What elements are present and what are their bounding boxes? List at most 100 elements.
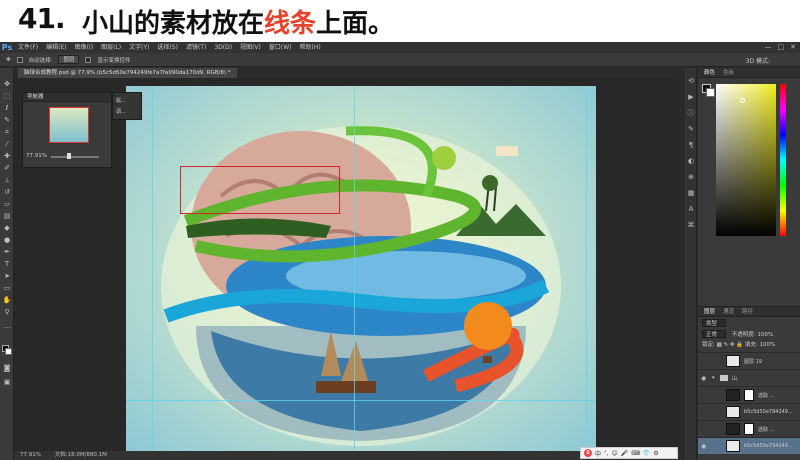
hue-slider[interactable] bbox=[780, 84, 786, 236]
screen-mode-icon[interactable]: ▣ bbox=[2, 378, 12, 387]
layer-row[interactable]: 图层 19 bbox=[698, 352, 800, 369]
ime-item[interactable]: 👕 bbox=[643, 450, 650, 457]
status-doc-size[interactable]: 文档:18.0M/880.1M bbox=[55, 452, 107, 458]
menu-edit[interactable]: 编辑(E) bbox=[42, 42, 70, 53]
healing-tool-icon[interactable]: ✚ bbox=[2, 152, 12, 161]
background-color-swatch[interactable] bbox=[5, 348, 12, 355]
layer-mask-thumbnail[interactable] bbox=[744, 423, 754, 435]
artboard[interactable] bbox=[126, 86, 596, 451]
status-zoom[interactable]: 77.91% bbox=[20, 452, 41, 458]
navigator-zoom-value[interactable]: 77.91% bbox=[26, 153, 47, 159]
tab-swatches[interactable]: 色板 bbox=[723, 68, 734, 77]
gradient-tool-icon[interactable]: ▤ bbox=[2, 212, 12, 221]
auto-select-checkbox[interactable] bbox=[16, 56, 23, 63]
ime-toolbar[interactable]: S 中 ᐟ, ☺ 🎤 ⌨ 👕 ⚙ bbox=[580, 447, 678, 459]
navigator-thumbnail[interactable] bbox=[49, 107, 89, 143]
ime-item[interactable]: ᐟ, bbox=[604, 450, 608, 457]
auto-select-dropdown[interactable]: 图层 bbox=[58, 55, 80, 64]
brush-tool-icon[interactable]: ✐ bbox=[2, 164, 12, 173]
layer-row[interactable]: 选取 ... bbox=[698, 420, 800, 437]
stamp-tool-icon[interactable]: ⊥ bbox=[2, 176, 12, 185]
tab-layers[interactable]: 图层 bbox=[704, 307, 715, 316]
navigator-zoom-slider[interactable] bbox=[51, 156, 99, 158]
layer-row-selected[interactable]: ◉ b5c5d50e794249... bbox=[698, 437, 800, 454]
chevron-down-icon[interactable]: ▾ bbox=[712, 375, 715, 381]
green-balloon bbox=[432, 146, 456, 170]
menu-layer[interactable]: 图层(L) bbox=[97, 42, 125, 53]
menu-3d[interactable]: 3D(D) bbox=[210, 42, 236, 53]
history-icon[interactable]: ⟲ bbox=[686, 76, 696, 86]
move-tool-icon[interactable]: ✥ bbox=[2, 80, 12, 89]
layer-row[interactable]: ◉ ▾ 山 bbox=[698, 369, 800, 386]
zoom-tool-icon[interactable]: ⚲ bbox=[2, 308, 12, 317]
navigator-zoom-knob[interactable] bbox=[67, 153, 71, 159]
hand-tool-icon[interactable]: ✋ bbox=[2, 296, 12, 305]
path-select-tool-icon[interactable]: ➤ bbox=[2, 272, 12, 281]
menu-help[interactable]: 帮助(H) bbox=[296, 42, 325, 53]
pen-tool-icon[interactable]: ✒ bbox=[2, 248, 12, 257]
tab-channels[interactable]: 通道 bbox=[723, 307, 734, 316]
crop-tool-icon[interactable]: ⌗ bbox=[2, 128, 12, 137]
clone-source-icon[interactable]: ⊕ bbox=[686, 172, 696, 182]
eyedropper-tool-icon[interactable]: ⁄ bbox=[2, 140, 12, 149]
adjustments-panel-button[interactable]: 调... bbox=[116, 108, 140, 116]
info-icon[interactable]: ⓘ bbox=[686, 108, 696, 118]
blur-tool-icon[interactable]: ◆ bbox=[2, 224, 12, 233]
menu-filter[interactable]: 滤镜(T) bbox=[182, 42, 210, 53]
ime-item[interactable]: ⌨ bbox=[631, 450, 640, 457]
eye-icon[interactable]: ◉ bbox=[701, 443, 706, 450]
type-tool-icon[interactable]: T bbox=[2, 260, 12, 269]
fill-value[interactable]: 100% bbox=[759, 342, 775, 348]
ime-item[interactable]: 中 bbox=[595, 449, 601, 458]
menu-window[interactable]: 窗口(W) bbox=[265, 42, 296, 53]
styles-icon[interactable]: ◐ bbox=[686, 156, 696, 166]
menu-type[interactable]: 文字(Y) bbox=[125, 42, 153, 53]
marquee-tool-icon[interactable]: ⬚ bbox=[2, 92, 12, 101]
document-tab[interactable]: 脑球合成教程.psd @ 77.9% (b5c5d50e794249fe7a7f… bbox=[18, 68, 237, 78]
canvas-workspace[interactable] bbox=[14, 78, 679, 451]
character-icon[interactable]: A bbox=[686, 204, 696, 214]
show-transform-checkbox[interactable] bbox=[85, 56, 92, 63]
quick-mask-icon[interactable]: ◙ bbox=[2, 364, 12, 373]
color-picker-cursor[interactable] bbox=[740, 98, 745, 103]
brush-settings-icon[interactable]: ✎ bbox=[686, 124, 696, 134]
ime-item[interactable]: ⚙ bbox=[653, 450, 658, 457]
more-tools-icon[interactable]: … bbox=[2, 322, 12, 331]
menu-file[interactable]: 文件(F) bbox=[14, 42, 42, 53]
menu-image[interactable]: 图像(I) bbox=[71, 42, 97, 53]
kind-filter-dropdown[interactable]: 类型 bbox=[702, 319, 727, 327]
color-background-swatch[interactable] bbox=[706, 88, 715, 97]
properties-panel-button[interactable]: 属... bbox=[116, 97, 140, 105]
history-brush-tool-icon[interactable]: ↺ bbox=[2, 188, 12, 197]
dodge-tool-icon[interactable]: ● bbox=[2, 236, 12, 245]
eye-icon[interactable]: ◉ bbox=[701, 375, 706, 382]
color-picker-field[interactable] bbox=[716, 84, 776, 236]
minimize-button[interactable]: — bbox=[765, 43, 772, 51]
tab-paths[interactable]: 路径 bbox=[742, 307, 753, 316]
layer-row[interactable]: 选取 ... bbox=[698, 386, 800, 403]
sogou-icon[interactable]: S bbox=[584, 449, 592, 457]
shape-tool-icon[interactable]: ▭ bbox=[2, 284, 12, 293]
layer-thumbnail bbox=[726, 389, 740, 401]
menu-select[interactable]: 选择(S) bbox=[153, 42, 182, 53]
actions-icon[interactable]: ▶ bbox=[686, 92, 696, 102]
quick-select-tool-icon[interactable]: ✎ bbox=[2, 116, 12, 125]
navigator-title[interactable]: 导航器 bbox=[23, 93, 111, 102]
ime-item[interactable]: 🎤 bbox=[621, 450, 628, 457]
layer-row[interactable]: b5c5d50e794249... bbox=[698, 403, 800, 420]
close-button[interactable]: ✕ bbox=[790, 43, 796, 51]
menu-view[interactable]: 视图(V) bbox=[236, 42, 265, 53]
ime-item[interactable]: ☺ bbox=[611, 450, 617, 457]
lasso-tool-icon[interactable]: ℓ bbox=[2, 104, 12, 113]
glyphs-icon[interactable]: ⌘ bbox=[686, 220, 696, 230]
eraser-tool-icon[interactable]: ▱ bbox=[2, 200, 12, 209]
paragraph-icon[interactable]: ¶ bbox=[686, 140, 696, 150]
lock-icons[interactable]: ▩ ✎ ✥ 🔒 bbox=[717, 342, 745, 348]
maximize-button[interactable]: □ bbox=[778, 43, 785, 51]
swatches-icon[interactable]: ▦ bbox=[686, 188, 696, 198]
move-tool-icon[interactable]: ✥ bbox=[6, 57, 11, 63]
tab-color[interactable]: 颜色 bbox=[704, 68, 715, 77]
opacity-value[interactable]: 100% bbox=[757, 332, 773, 338]
blend-mode-dropdown[interactable]: 正常 bbox=[702, 330, 727, 338]
layer-mask-thumbnail[interactable] bbox=[744, 389, 754, 401]
